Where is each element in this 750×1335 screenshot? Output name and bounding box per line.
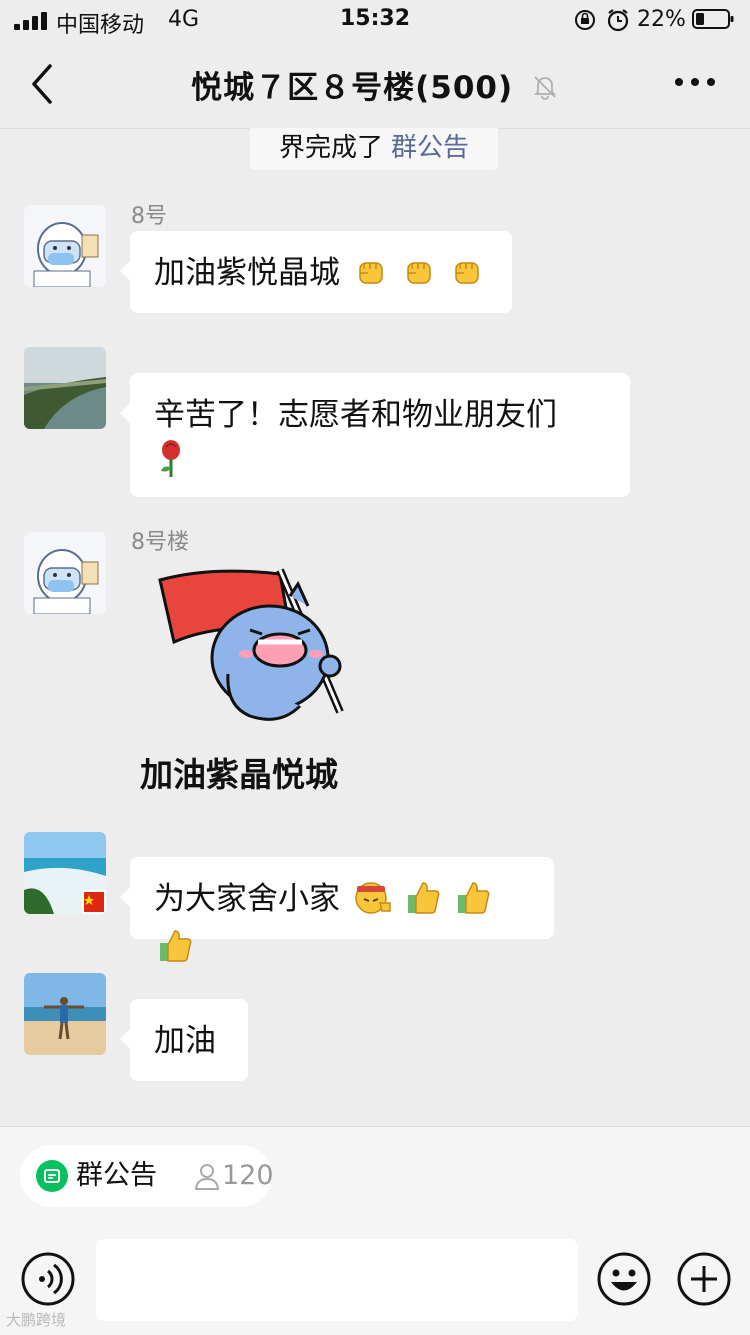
message-input[interactable] <box>96 1239 578 1321</box>
watermark: 大鹏跨境 <box>6 1311 67 1329</box>
chat-title-text: 悦城７区８号楼(500) <box>191 70 514 106</box>
fist-icon <box>359 262 383 284</box>
member-count: 120 <box>222 1160 274 1191</box>
message-text: 加油 <box>154 1023 216 1059</box>
message-bubble[interactable]: 为大家舍小家 <box>120 857 554 962</box>
rose-icon <box>161 440 180 477</box>
avatar-medical-worker[interactable] <box>24 532 106 614</box>
message-text: 辛苦了！志愿者和物业朋友们 <box>154 397 557 433</box>
message-bubble[interactable]: 加油紫悦晶城 <box>120 231 512 313</box>
more-options-icon[interactable] <box>670 70 720 94</box>
group-notice-link[interactable]: 群公告 <box>391 133 469 163</box>
sender-name: 8号 <box>131 204 167 229</box>
emoji-icon[interactable] <box>596 1251 652 1307</box>
chat-title: 悦城７区８号楼(500) <box>0 62 750 107</box>
group-notice-label: 群公告 <box>76 1160 157 1191</box>
battery-icon <box>692 9 734 29</box>
avatar-person-beach-photo[interactable] <box>24 973 106 1055</box>
avatar-medical-worker[interactable] <box>24 205 106 287</box>
message-bubble[interactable]: 辛苦了！志愿者和物业朋友们 <box>120 373 630 497</box>
message-text: 为大家舍小家 <box>154 881 340 917</box>
mute-bell-icon <box>533 76 557 100</box>
fist-icon <box>406 262 431 284</box>
group-notice-chip[interactable]: 群公告 120 <box>20 1145 274 1207</box>
orientation-lock-alarm-icons <box>575 9 629 32</box>
salute-face-icon <box>355 882 391 914</box>
battery-percent: 22% <box>637 7 686 32</box>
chat-input-area: 群公告 120 <box>0 1126 750 1335</box>
voice-input-icon[interactable] <box>20 1251 76 1307</box>
message-bubble[interactable]: 加油 <box>120 999 248 1081</box>
avatar-beach-photo[interactable] <box>24 832 106 914</box>
message-text: 加油紫悦晶城 <box>154 255 340 291</box>
avatar-landscape-photo[interactable] <box>24 347 106 429</box>
member-icon <box>194 1164 220 1190</box>
chat-nav-bar: 悦城７区８号楼(500) <box>0 40 750 129</box>
fist-icon <box>454 262 479 284</box>
pinned-announcement[interactable]: 界完成了 群公告 <box>250 128 498 170</box>
status-bar: 中国移动 4G 15:32 22% <box>0 0 750 40</box>
announcement-icon <box>36 1160 68 1192</box>
thumbs-up-icon <box>160 930 192 962</box>
sender-name: 8号楼 <box>131 530 189 555</box>
thumbs-up-icon <box>407 882 440 914</box>
add-more-icon[interactable] <box>676 1251 732 1307</box>
thumbs-up-icon <box>457 882 489 914</box>
pinned-announcement-text: 界完成了 <box>278 133 383 163</box>
sticker-caption: 加油紫晶悦城 <box>140 755 338 794</box>
shark-flag-sticker[interactable] <box>140 566 380 746</box>
